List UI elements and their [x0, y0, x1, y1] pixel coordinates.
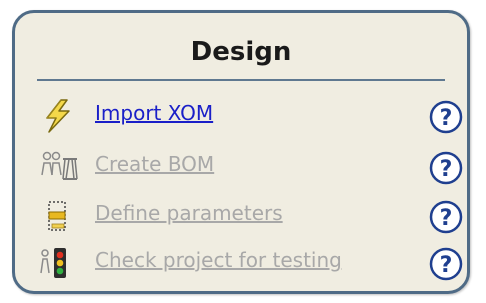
title-divider	[37, 79, 445, 81]
lightning-icon	[39, 98, 79, 134]
design-panel: Design Import XOM ? Create BOM ? Define …	[12, 10, 470, 294]
svg-text:?: ?	[440, 206, 453, 231]
svg-text:?: ?	[440, 253, 453, 278]
list-item-check-project: Check project for testing ?	[15, 243, 467, 283]
list-item-define-parameters: Define parameters ?	[15, 196, 467, 236]
people-model-icon	[39, 149, 79, 185]
svg-text:?: ?	[440, 106, 453, 131]
panel-title: Design	[190, 37, 292, 67]
define-parameters-link[interactable]: Define parameters	[95, 201, 283, 225]
question-icon[interactable]: ?	[429, 247, 463, 281]
question-icon[interactable]: ?	[429, 200, 463, 234]
svg-text:?: ?	[440, 157, 453, 182]
parameters-icon	[39, 198, 79, 234]
traffic-light-icon	[39, 245, 79, 281]
check-project-link[interactable]: Check project for testing	[95, 248, 342, 272]
question-icon[interactable]: ?	[429, 100, 463, 134]
question-icon[interactable]: ?	[429, 151, 463, 185]
create-bom-link[interactable]: Create BOM	[95, 152, 214, 176]
list-item-import-xom: Import XOM ?	[15, 96, 467, 136]
list-item-create-bom: Create BOM ?	[15, 147, 467, 187]
import-xom-link[interactable]: Import XOM	[95, 101, 213, 125]
